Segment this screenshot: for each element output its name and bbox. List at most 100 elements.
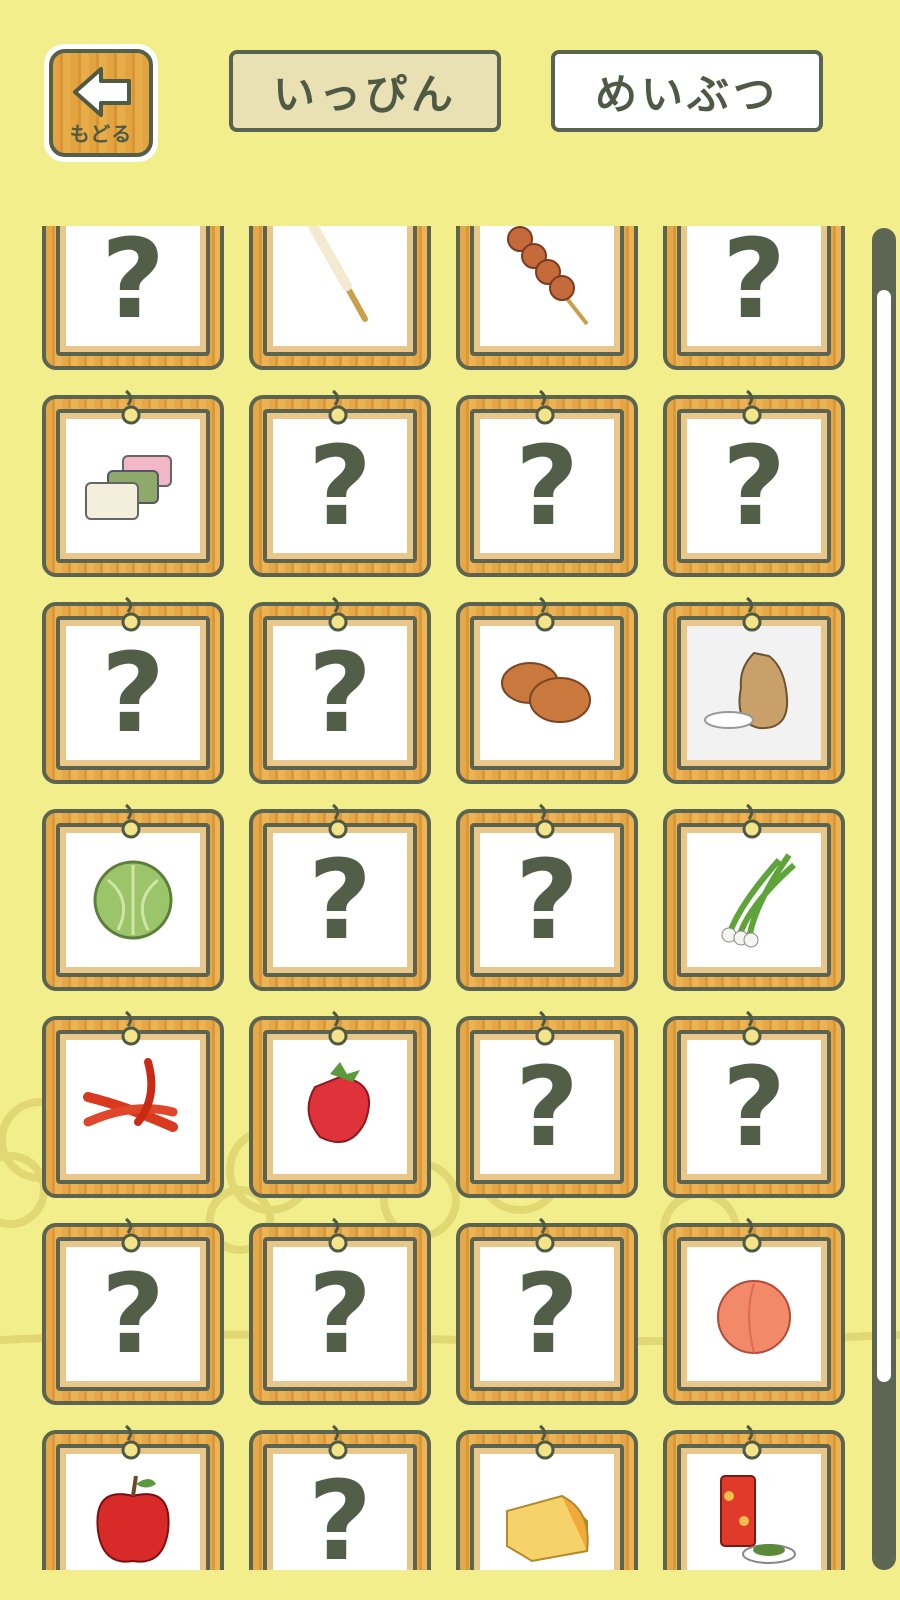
tea-can-icon	[720, 1475, 796, 1564]
collection-card-manju-buns[interactable]	[456, 596, 638, 784]
card-face	[480, 226, 614, 346]
question-mark-icon: ?	[722, 1043, 786, 1171]
card-hook-icon	[742, 1424, 762, 1460]
collection-card-chili-peppers[interactable]	[42, 1010, 224, 1198]
collection-card-tea-can[interactable]	[663, 1424, 845, 1570]
peach-icon	[717, 1280, 791, 1354]
card-hook-icon	[328, 1217, 348, 1253]
card-frame: ?	[56, 226, 210, 356]
card-face: ?	[480, 1247, 614, 1381]
card-hook-icon	[328, 389, 348, 425]
collection-card-unknown[interactable]: ?	[249, 596, 431, 784]
collection-grid-viewport[interactable]: ???????????????	[0, 226, 870, 1570]
collection-card-mochi-blocks[interactable]	[42, 389, 224, 577]
card-face: ?	[273, 626, 407, 760]
question-mark-icon: ?	[308, 1457, 372, 1570]
card-hook-icon	[328, 1424, 348, 1460]
cheese-icon	[506, 1494, 589, 1563]
question-mark-icon: ?	[101, 1250, 165, 1378]
tab-meibutsu[interactable]: めいぶつ	[551, 50, 823, 132]
card-face	[687, 1454, 821, 1570]
card-hook-icon	[742, 803, 762, 839]
collection-card-dango-skewer[interactable]	[456, 226, 638, 370]
question-mark-icon: ?	[515, 836, 579, 964]
card-hook-icon	[121, 1424, 141, 1460]
collection-card-unknown[interactable]: ?	[456, 1010, 638, 1198]
collection-card-unknown[interactable]: ?	[42, 1217, 224, 1405]
collection-card-unknown[interactable]: ?	[456, 803, 638, 991]
card-frame: ?	[263, 409, 417, 563]
skewer-stick-icon	[308, 226, 368, 322]
collection-card-unknown[interactable]: ?	[663, 1010, 845, 1198]
collection-card-unknown[interactable]: ?	[249, 389, 431, 577]
card-hook-icon	[121, 803, 141, 839]
card-frame	[263, 226, 417, 356]
card-hook-icon	[535, 389, 555, 425]
collection-card-unknown[interactable]: ?	[663, 226, 845, 370]
card-hook-icon	[121, 1217, 141, 1253]
card-frame: ?	[56, 1237, 210, 1391]
collection-card-unknown[interactable]: ?	[42, 226, 224, 370]
card-face	[687, 626, 821, 760]
card-face	[273, 1040, 407, 1174]
collection-card-green-onion[interactable]	[663, 803, 845, 991]
collection-card-peach[interactable]	[663, 1217, 845, 1405]
strawberry-icon	[307, 1062, 370, 1143]
card-face	[687, 1247, 821, 1381]
scrollbar[interactable]	[872, 228, 896, 1570]
cabbage-icon	[93, 860, 173, 940]
green-onion-icon	[721, 853, 796, 948]
collection-card-unknown[interactable]: ?	[456, 1217, 638, 1405]
card-hook-icon	[742, 596, 762, 632]
card-frame: ?	[677, 1030, 831, 1184]
card-face	[273, 226, 407, 346]
card-frame: ?	[470, 1030, 624, 1184]
card-frame	[56, 1030, 210, 1184]
card-face	[687, 833, 821, 967]
card-frame	[677, 1237, 831, 1391]
back-button[interactable]: もどる	[44, 44, 158, 162]
card-hook-icon	[535, 1424, 555, 1460]
collection-card-strawberry[interactable]	[249, 1010, 431, 1198]
card-face: ?	[66, 1247, 200, 1381]
card-hook-icon	[742, 389, 762, 425]
collection-card-cabbage[interactable]	[42, 803, 224, 991]
card-face: ?	[273, 419, 407, 553]
rice-sack-icon	[704, 651, 789, 730]
collection-card-unknown[interactable]: ?	[249, 1424, 431, 1570]
card-hook-icon	[328, 1010, 348, 1046]
collection-card-rice-sack[interactable]	[663, 596, 845, 784]
collection-card-unknown[interactable]: ?	[42, 596, 224, 784]
card-frame: ?	[56, 616, 210, 770]
question-mark-icon: ?	[515, 1250, 579, 1378]
apple-icon	[96, 1475, 170, 1563]
collection-card-apple[interactable]	[42, 1424, 224, 1570]
card-frame	[56, 409, 210, 563]
card-face	[480, 626, 614, 760]
card-hook-icon	[121, 596, 141, 632]
question-mark-icon: ?	[308, 1250, 372, 1378]
card-hook-icon	[328, 803, 348, 839]
card-face: ?	[480, 833, 614, 967]
card-frame	[677, 616, 831, 770]
dango-skewer-icon	[507, 226, 589, 326]
mochi-blocks-icon	[85, 455, 172, 520]
card-frame	[470, 616, 624, 770]
scrollbar-thumb[interactable]	[877, 290, 891, 1382]
card-frame: ?	[470, 409, 624, 563]
question-mark-icon: ?	[308, 629, 372, 757]
card-frame: ?	[470, 823, 624, 977]
card-frame	[263, 1030, 417, 1184]
back-button-label: もどる	[69, 122, 133, 146]
collection-card-unknown[interactable]: ?	[456, 389, 638, 577]
collection-card-cheese[interactable]	[456, 1424, 638, 1570]
card-hook-icon	[328, 596, 348, 632]
collection-card-unknown[interactable]: ?	[249, 1217, 431, 1405]
collection-card-unknown[interactable]: ?	[663, 389, 845, 577]
tab-ippin[interactable]: いっぴん	[229, 50, 501, 132]
collection-card-skewer-stick[interactable]	[249, 226, 431, 370]
card-frame	[677, 823, 831, 977]
card-frame: ?	[677, 409, 831, 563]
collection-card-unknown[interactable]: ?	[249, 803, 431, 991]
card-frame	[470, 226, 624, 356]
